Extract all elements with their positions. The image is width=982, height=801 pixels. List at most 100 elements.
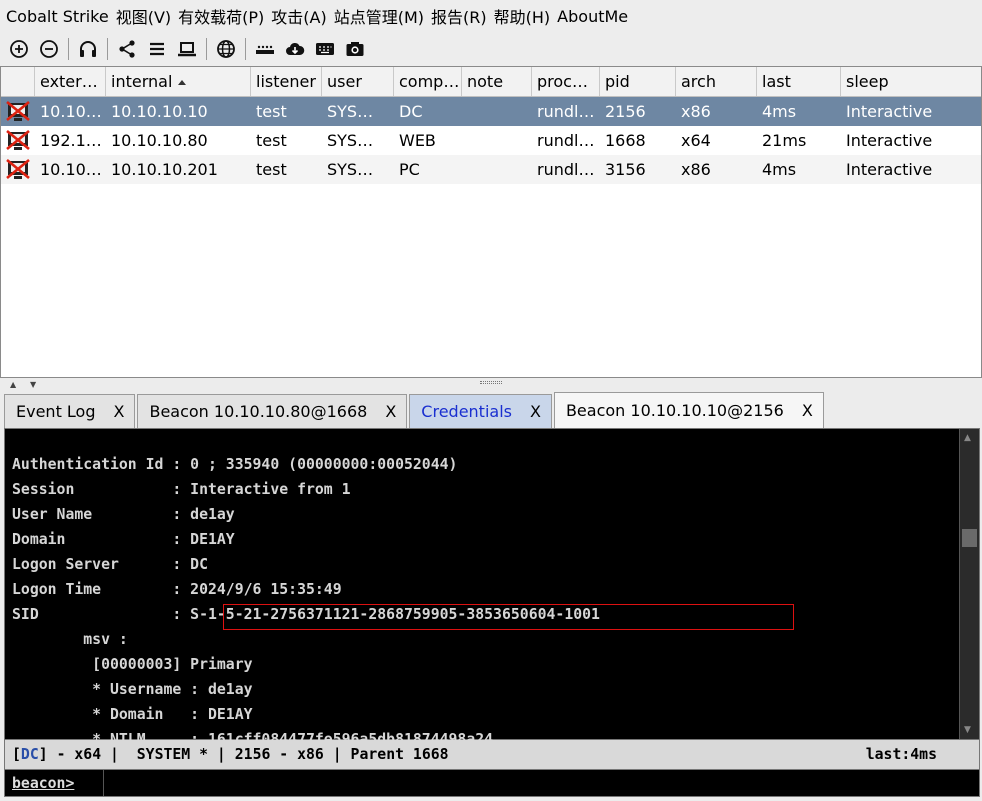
menu-reporting[interactable]: 报告(R): [431, 4, 487, 28]
column-header-user[interactable]: user: [322, 67, 394, 96]
column-header-computer[interactable]: comp…: [394, 67, 462, 96]
sessions-table: exter… internal listener user comp… note…: [0, 66, 982, 378]
beacon-session-icon: [1, 129, 35, 152]
close-tab-button[interactable]: X: [385, 402, 396, 421]
column-header-note[interactable]: note: [462, 67, 532, 96]
table-row[interactable]: 10.10… 10.10.10.10 test SYS… DC rundl… 2…: [1, 97, 981, 126]
cell-listener: test: [256, 131, 287, 150]
close-tab-button[interactable]: X: [802, 401, 813, 420]
scroll-down-icon[interactable]: ▼: [964, 725, 971, 735]
cell-external: 10.10…: [40, 102, 102, 121]
menu-bar: Cobalt Strike 视图(V) 有效载荷(P) 攻击(A) 站点管理(M…: [0, 0, 982, 32]
scroll-up-icon[interactable]: ▲: [964, 433, 971, 443]
cell-process: rundl…: [537, 102, 595, 121]
column-header-internal[interactable]: internal: [106, 67, 251, 96]
close-tab-button[interactable]: X: [114, 402, 125, 421]
menu-site-management[interactable]: 站点管理(M): [334, 4, 424, 28]
status-computer: DC: [20, 746, 39, 763]
tab-beacon-10-10-10-10[interactable]: Beacon 10.10.10.10@2156 X: [553, 392, 824, 428]
console-line: User Name : de1ay: [12, 506, 235, 523]
beacon-session-icon: [1, 158, 35, 181]
column-header-internal-label: internal: [111, 72, 173, 91]
tab-label: Credentials: [421, 402, 512, 421]
status-last: last:4ms: [865, 746, 937, 763]
cell-user: SYS…: [327, 131, 374, 150]
console-line: * Username : de1ay: [12, 681, 253, 698]
menu-cobalt-strike[interactable]: Cobalt Strike: [6, 7, 109, 26]
globe-icon[interactable]: [215, 38, 237, 60]
collapse-up-icon[interactable]: ▲: [10, 380, 16, 389]
cell-listener: test: [256, 160, 287, 179]
console-line: Session : Interactive from 1: [12, 481, 351, 498]
dots-icon[interactable]: [254, 38, 276, 60]
cell-internal: 10.10.10.80: [111, 131, 208, 150]
command-input[interactable]: [103, 770, 979, 796]
column-header-listener[interactable]: listener: [251, 67, 322, 96]
command-bar: beacon>: [4, 769, 980, 797]
cell-last: 4ms: [762, 102, 797, 121]
tab-beacon-10-10-10-80[interactable]: Beacon 10.10.10.80@1668 X: [137, 394, 408, 428]
column-header-pid[interactable]: pid: [600, 67, 676, 96]
toolbar-separator: [68, 38, 69, 60]
cell-computer: PC: [399, 160, 420, 179]
menu-help[interactable]: 帮助(H): [494, 4, 551, 28]
tab-label: Beacon 10.10.10.80@1668: [149, 402, 368, 421]
cell-listener: test: [256, 102, 287, 121]
console-output: Authentication Id : 0 ; 335940 (00000000…: [12, 452, 600, 752]
console-line: * Domain : DE1AY: [12, 706, 253, 723]
table-row[interactable]: 192.1… 10.10.10.80 test SYS… WEB rundl… …: [1, 126, 981, 155]
menu-payloads[interactable]: 有效载荷(P): [178, 4, 264, 28]
plus-circle-icon[interactable]: [8, 38, 30, 60]
table-header: exter… internal listener user comp… note…: [1, 67, 981, 97]
pane-splitter[interactable]: ▲ ▼: [0, 378, 982, 390]
console-line: msv :: [12, 631, 128, 648]
collapse-down-icon[interactable]: ▼: [30, 380, 36, 389]
beacon-status-bar: [DC] - x64 | SYSTEM * | 2156 - x86 | Par…: [4, 740, 980, 769]
menu-view[interactable]: 视图(V): [116, 4, 171, 28]
cell-process: rundl…: [537, 160, 595, 179]
console-scrollbar[interactable]: ▲ ▼: [959, 429, 979, 739]
cell-arch: x64: [681, 131, 711, 150]
table-row[interactable]: 10.10… 10.10.10.201 test SYS… PC rundl… …: [1, 155, 981, 184]
cell-pid: 2156: [605, 102, 646, 121]
share-icon[interactable]: [116, 38, 138, 60]
cell-computer: DC: [399, 102, 423, 121]
beacon-console[interactable]: Authentication Id : 0 ; 335940 (00000000…: [4, 428, 980, 748]
toolbar-separator: [245, 38, 246, 60]
column-header-last[interactable]: last: [757, 67, 841, 96]
minus-circle-icon[interactable]: [38, 38, 60, 60]
scrollbar-thumb[interactable]: [962, 529, 977, 547]
console-line: Logon Server : DC: [12, 556, 208, 573]
close-tab-button[interactable]: X: [530, 402, 541, 421]
tab-event-log[interactable]: Event Log X: [4, 394, 136, 428]
camera-icon[interactable]: [344, 38, 366, 60]
cell-arch: x86: [681, 160, 711, 179]
toolbar: [0, 32, 982, 66]
column-header-icon[interactable]: [1, 67, 35, 96]
sid-highlight-box: [223, 604, 794, 630]
cell-user: SYS…: [327, 102, 374, 121]
menu-aboutme[interactable]: AboutMe: [557, 7, 628, 26]
cell-last: 21ms: [762, 131, 807, 150]
column-header-process[interactable]: proc…: [532, 67, 600, 96]
beacon-prompt: beacon>: [12, 774, 75, 792]
splitter-grip[interactable]: [480, 381, 502, 384]
cell-external: 192.1…: [40, 131, 102, 150]
column-header-arch[interactable]: arch: [676, 67, 757, 96]
console-line: Logon Time : 2024/9/6 15:35:49: [12, 581, 342, 598]
column-header-external[interactable]: exter…: [35, 67, 106, 96]
tab-bar: Event Log X Beacon 10.10.10.80@1668 X Cr…: [4, 392, 826, 428]
status-details: - x64 | SYSTEM * | 2156 - x86 | Parent 1…: [47, 746, 449, 763]
cell-computer: WEB: [399, 131, 436, 150]
headphones-icon[interactable]: [77, 38, 99, 60]
keyboard-icon[interactable]: [314, 38, 336, 60]
toolbar-separator: [107, 38, 108, 60]
list-icon[interactable]: [146, 38, 168, 60]
laptop-icon[interactable]: [176, 38, 198, 60]
cloud-download-icon[interactable]: [284, 38, 306, 60]
cell-process: rundl…: [537, 131, 595, 150]
cell-last: 4ms: [762, 160, 797, 179]
column-header-sleep[interactable]: sleep: [841, 67, 981, 96]
menu-attacks[interactable]: 攻击(A): [271, 4, 326, 28]
tab-credentials[interactable]: Credentials X: [409, 394, 552, 428]
